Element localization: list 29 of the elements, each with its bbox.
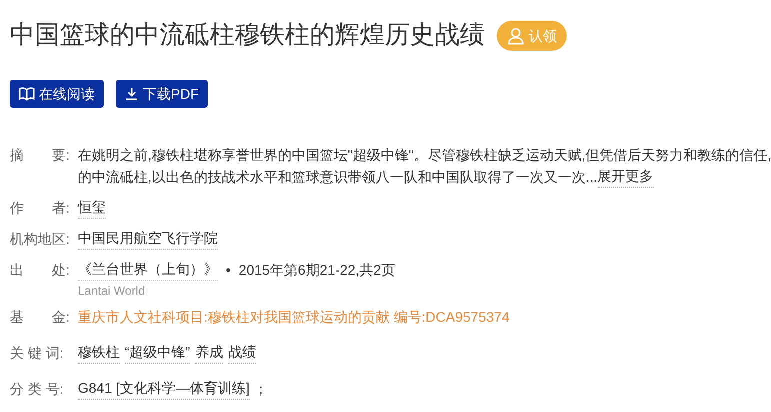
semicolon-text: ； (254, 380, 268, 399)
journal-english-name: Lantai World (78, 283, 146, 300)
field-label: 摘 要: (10, 146, 71, 165)
expand-more-link[interactable]: 展开更多 (598, 166, 654, 188)
journal-link[interactable]: 《兰台世界（上旬）》 (78, 259, 218, 281)
issue-text: 2015年第6期21-22,共2页 (238, 260, 396, 280)
classification-link[interactable]: G841 [文化科学—体育训练] (78, 378, 250, 400)
user-icon (507, 27, 525, 45)
book-icon (19, 87, 35, 101)
abstract-text: 在姚明之前,穆铁柱堪称享誉世界的中国篮坛"超级中锋"。尽管穆铁柱缺乏运动天赋,但凭借后天努力和教练的信任, (78, 146, 771, 165)
keyword-link[interactable]: “超级中锋” (125, 342, 190, 364)
download-icon (125, 87, 139, 101)
author-link[interactable]: 恒玺 (78, 197, 106, 219)
institution-link[interactable]: 中国民用航空飞行学院 (78, 228, 218, 250)
separator-dot: • (226, 260, 231, 280)
read-online-button[interactable]: 在线阅读 (10, 80, 104, 108)
field-label: 关 键 词: (10, 344, 65, 363)
field-label: 基 金: (10, 308, 71, 327)
field-label: 作 者: (10, 199, 71, 218)
page-title: 中国篮球的中流砥柱穆铁柱的辉煌历史战绩 (10, 20, 485, 52)
keyword-link[interactable]: 养成 (195, 342, 224, 364)
keyword-link[interactable]: 战绩 (228, 342, 256, 364)
fund-text: 重庆市人文社科项目:穆铁柱对我国篮球运动的贡献 编号:DCA9575374 (78, 308, 510, 327)
abstract-text: 的中流砥柱,以出色的技战术水平和篮球意识带领八一队和中国队取得了一次又一次... (78, 168, 598, 187)
field-label: 机构地区: (10, 230, 71, 249)
field-label: 分 类 号: (10, 380, 65, 399)
download-button[interactable]: 下载PDF (116, 80, 208, 108)
field-label: 出 处: (10, 261, 71, 280)
keyword-link[interactable]: 穆铁柱 (78, 342, 120, 364)
